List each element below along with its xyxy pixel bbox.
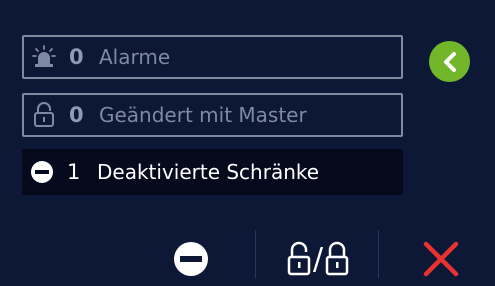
close-button[interactable]: [420, 236, 462, 282]
alarms-row[interactable]: 0 Alarme: [22, 35, 403, 79]
minus-circle-icon: [27, 157, 57, 187]
deactivate-button[interactable]: [168, 236, 214, 282]
unlock-icon: [287, 241, 311, 277]
unlock-lock-button[interactable]: /: [280, 236, 356, 282]
changed-count: 0: [69, 103, 84, 127]
toolbar-separator: /: [312, 241, 324, 277]
lock-icon: [325, 241, 349, 277]
alarm-siren-icon: [29, 42, 59, 72]
toolbar-divider: [255, 230, 256, 278]
locker-status-screen: 0 Alarme 0 Geändert mit Master 1 Deaktiv…: [0, 0, 495, 286]
deactivated-lockers-row[interactable]: 1 Deaktivierte Schränke: [22, 149, 403, 195]
deactivated-label: Deaktivierte Schränke: [97, 160, 320, 184]
toolbar-divider: [378, 230, 379, 278]
lock-icon: [29, 100, 59, 130]
changed-with-master-row[interactable]: 0 Geändert mit Master: [22, 93, 403, 137]
alarms-count: 0: [69, 45, 84, 69]
changed-label: Geändert mit Master: [99, 103, 307, 127]
back-button[interactable]: [429, 41, 470, 82]
minus-circle-icon: [173, 241, 209, 277]
chevron-left-icon: [440, 51, 460, 73]
deactivated-count: 1: [67, 160, 81, 184]
close-x-icon: [422, 240, 460, 278]
alarms-label: Alarme: [99, 45, 171, 69]
